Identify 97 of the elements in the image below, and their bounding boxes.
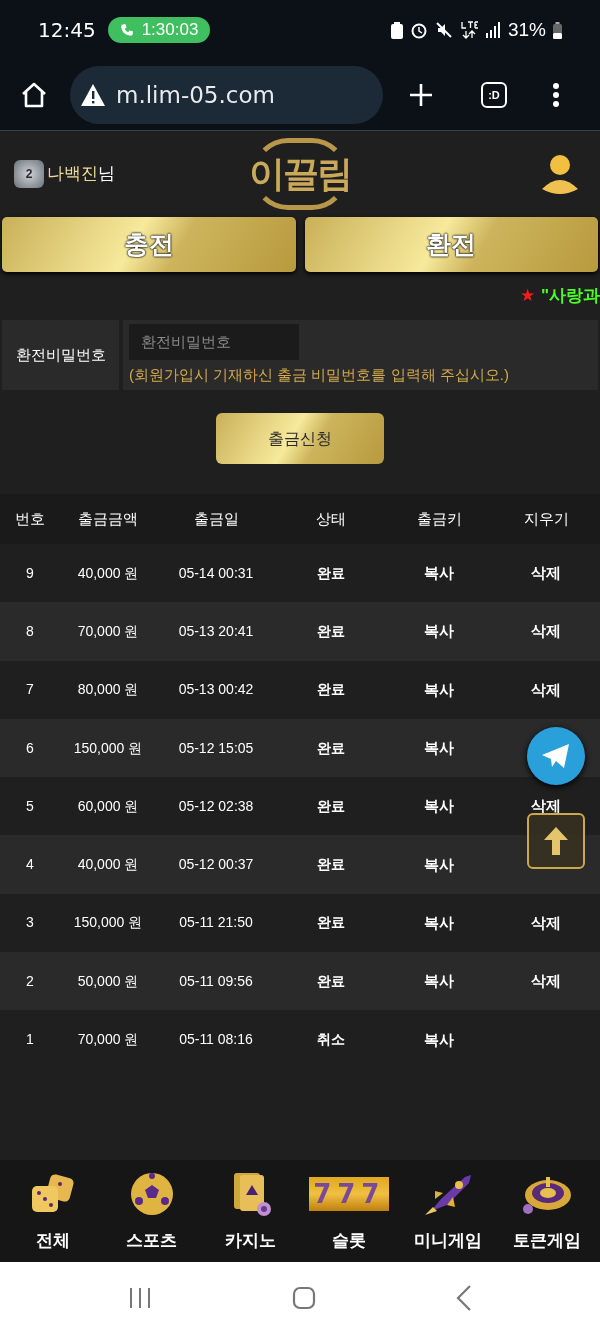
- table-cell: 70,000 원: [60, 1010, 156, 1069]
- table-cell: 6: [0, 718, 60, 778]
- table-cell: 05-11 09:56: [156, 952, 276, 1011]
- table-cell: 완료: [276, 660, 386, 719]
- home-button-icon[interactable]: [292, 1285, 316, 1310]
- lte-signal-icon: [459, 20, 478, 40]
- signal-icon: [484, 22, 501, 38]
- password-field[interactable]: 환전비밀번호: [129, 323, 299, 360]
- user-icon[interactable]: [540, 153, 580, 195]
- table-cell: 3: [0, 893, 60, 953]
- table-cell: 05-13 20:41: [156, 602, 276, 661]
- game-category-tab[interactable]: 전체: [5, 1169, 102, 1253]
- table-cell: 05-11 08:16: [156, 1010, 276, 1069]
- arrow-up-icon: [542, 825, 570, 857]
- table-cell: 150,000 원: [60, 893, 156, 953]
- address-bar[interactable]: m.lim-05.com: [70, 66, 383, 124]
- table-cell: 완료: [276, 602, 386, 661]
- slot-reels-icon: 777: [309, 1177, 390, 1211]
- game-category-tab[interactable]: 777 슬롯: [301, 1169, 398, 1253]
- game-category-tab[interactable]: 카지노: [202, 1169, 299, 1253]
- table-cell: 05-12 15:05: [156, 718, 276, 778]
- site-logo: 이끌림: [214, 138, 386, 210]
- battery-percent: 31%: [507, 17, 546, 42]
- marquee-text: "사랑과: [540, 285, 600, 308]
- table-cell: 05-12 02:38: [156, 777, 276, 836]
- warning-icon: [80, 83, 106, 107]
- level-badge: 2: [14, 160, 44, 188]
- star-icon: ★: [519, 283, 535, 309]
- scroll-top-button[interactable]: [527, 813, 585, 869]
- table-cell: 완료: [276, 544, 386, 603]
- copy-link[interactable]: 복사: [424, 1030, 454, 1048]
- copy-link[interactable]: 복사: [424, 564, 454, 582]
- table-cell: 05-12 00:37: [156, 835, 276, 894]
- table-cell: 05-14 00:31: [156, 544, 276, 603]
- column-header: 상태: [276, 494, 386, 544]
- copy-link[interactable]: 복사: [424, 739, 454, 757]
- recent-apps-icon[interactable]: [128, 1286, 152, 1309]
- more-icon[interactable]: [552, 82, 560, 108]
- column-header: 출금일: [156, 494, 276, 544]
- delete-link[interactable]: 삭제: [531, 622, 561, 640]
- column-header: 출금키: [386, 494, 492, 544]
- delete-link[interactable]: 삭제: [531, 797, 561, 815]
- hint-text: (회원가입시 기재하신 출금 비밀번호를 입력해 주십시오.): [129, 364, 510, 385]
- table-cell: 80,000 원: [60, 660, 156, 719]
- table-cell: 완료: [276, 893, 386, 953]
- table-cell: 60,000 원: [60, 777, 156, 836]
- table-cell: 50,000 원: [60, 952, 156, 1011]
- battery-saver-icon: [390, 21, 403, 39]
- mute-icon: [434, 21, 453, 39]
- copy-link[interactable]: 복사: [424, 622, 454, 640]
- table-cell: 완료: [276, 835, 386, 894]
- copy-link[interactable]: 복사: [424, 797, 454, 815]
- copy-link[interactable]: 복사: [424, 913, 454, 931]
- game-category-tab[interactable]: 토큰게임: [498, 1169, 595, 1253]
- table-cell: 1: [0, 1010, 60, 1069]
- battery-icon: [553, 21, 562, 39]
- delete-link[interactable]: 삭제: [531, 680, 561, 698]
- paper-plane-icon: [541, 743, 571, 769]
- table-cell: 8: [0, 602, 60, 661]
- tab-switcher-button[interactable]: :D: [481, 82, 507, 108]
- home-icon[interactable]: [20, 81, 48, 109]
- withdraw-request-button[interactable]: 출금신청: [216, 413, 384, 464]
- table-cell: 9: [0, 544, 60, 603]
- call-timer-pill: 1:30:03: [107, 17, 211, 43]
- column-header: 출금금액: [60, 494, 156, 544]
- copy-link[interactable]: 복사: [424, 972, 454, 990]
- table-cell: 5: [0, 777, 60, 836]
- table-cell: 05-11 21:50: [156, 893, 276, 953]
- phone-icon: [119, 23, 134, 37]
- game-category-tab[interactable]: 스포츠: [104, 1169, 200, 1253]
- table-cell: 70,000 원: [60, 602, 156, 661]
- table-cell: 150,000 원: [60, 718, 156, 778]
- field-label: 환전비밀번호: [2, 320, 119, 390]
- table-cell: 4: [0, 835, 60, 894]
- column-header: 번호: [0, 494, 60, 544]
- table-cell: 7: [0, 660, 60, 719]
- plus-icon[interactable]: [409, 83, 433, 107]
- game-category-tab[interactable]: 미니게임: [399, 1169, 496, 1253]
- soccer-ball-icon: [129, 1171, 175, 1217]
- clock: 12:45: [38, 17, 96, 44]
- username: 나백진 님: [47, 163, 115, 186]
- table-cell: 완료: [276, 777, 386, 836]
- table-cell: 05-13 00:42: [156, 660, 276, 719]
- delete-link[interactable]: 삭제: [531, 972, 561, 990]
- copy-link[interactable]: 복사: [424, 855, 454, 873]
- column-header: 지우기: [492, 494, 600, 544]
- table-cell: 2: [0, 952, 60, 1011]
- copy-link[interactable]: 복사: [424, 680, 454, 698]
- alarm-icon: [409, 21, 428, 39]
- table-cell: 40,000 원: [60, 835, 156, 894]
- table-cell: 완료: [276, 718, 386, 778]
- table-cell: 40,000 원: [60, 544, 156, 603]
- table-cell: 완료: [276, 952, 386, 1011]
- table-cell: 취소: [276, 1010, 386, 1069]
- back-icon[interactable]: [456, 1284, 472, 1311]
- delete-link[interactable]: 삭제: [531, 913, 561, 931]
- delete-link[interactable]: 삭제: [531, 564, 561, 582]
